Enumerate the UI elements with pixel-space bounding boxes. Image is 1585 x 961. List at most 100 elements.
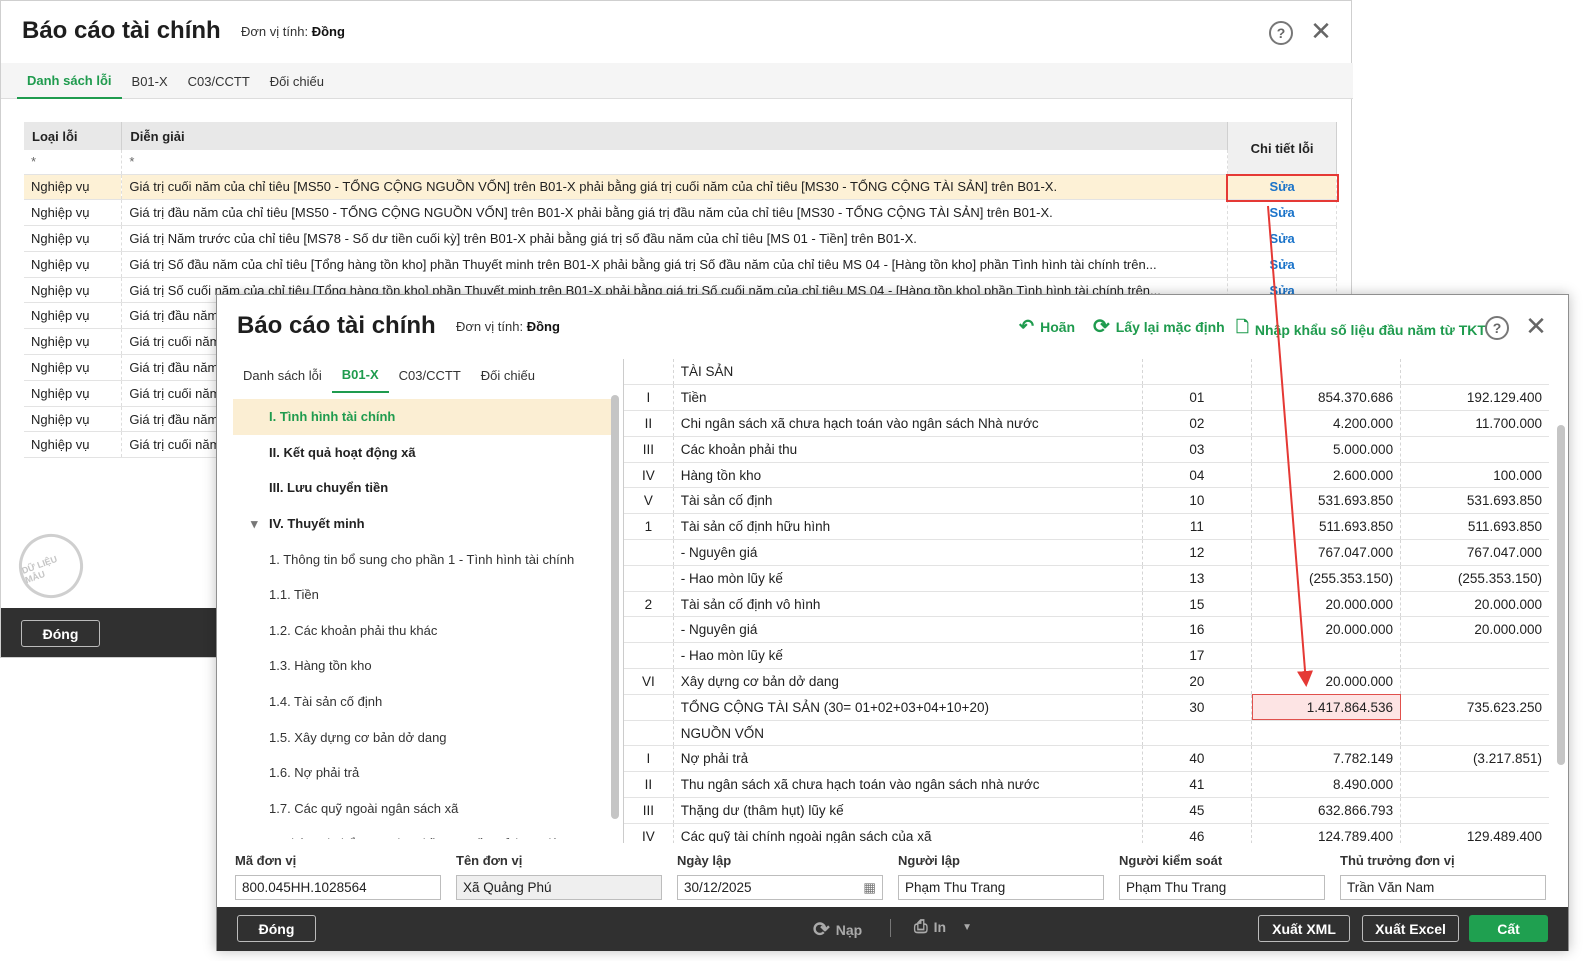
tab-error-list[interactable]: Danh sách lỗi <box>233 357 332 393</box>
grid-cell-start[interactable]: (255.353.150) <box>1400 565 1549 592</box>
table-row[interactable]: Nghiệp vụ Giá trị Năm trước của chỉ tiêu … <box>24 225 1337 252</box>
grid-row[interactable]: - Hao mòn lũy kế 13 (255.353.150) (255.353.… <box>624 565 1549 592</box>
grid-row[interactable]: - Hao mòn lũy kế 17 <box>624 642 1549 670</box>
grid-row[interactable]: I Nợ phải trả 40 7.782.149 (3.217.851) <box>624 745 1549 773</box>
grid-scrollbar[interactable] <box>1557 425 1565 765</box>
tab-c03cctt[interactable]: C03/CCTT <box>178 63 260 99</box>
table-row[interactable]: Nghiệp vụ Giá trị cuối năm của chỉ tiêu [… <box>24 174 1337 201</box>
tab-reconcile[interactable]: Đối chiếu <box>471 357 545 393</box>
tab-c03cctt[interactable]: C03/CCTT <box>389 357 471 393</box>
tree-item[interactable]: II. Kết quả hoạt động xã <box>233 435 613 471</box>
grid-cell-start[interactable]: 100.000 <box>1400 462 1549 489</box>
table-row[interactable]: Nghiệp vụ Giá trị Số đầu năm của chỉ tiêu… <box>24 251 1337 278</box>
tree-item[interactable]: 1.3. Hàng tồn kho <box>233 648 613 684</box>
tab-reconcile[interactable]: Đối chiếu <box>260 63 334 99</box>
grid-cell-end[interactable]: 124.789.400 <box>1251 823 1402 843</box>
tree-item[interactable]: I. Tình hình tài chính <box>233 399 613 435</box>
tree-item[interactable]: 1.7. Các quỹ ngoài ngân sách xã <box>233 791 613 827</box>
import-button[interactable]: 🗋 Nhập khẩu số liệu đầu năm từ TKT <box>1236 316 1486 343</box>
filter-desc[interactable]: * <box>121 150 1229 175</box>
save-button[interactable]: Cất <box>1469 915 1548 942</box>
grid-row[interactable]: TÀI SẢN <box>624 359 1549 386</box>
close-icon[interactable]: ✕ <box>1308 16 1334 46</box>
grid-row[interactable]: III Thặng dư (thâm hụt) lũy kế 45 632.866.7… <box>624 797 1549 824</box>
print-button[interactable]: ⎙ In ▼ <box>914 917 972 937</box>
load-button[interactable]: ⟳ Nạp <box>813 917 862 942</box>
grid-cell-start[interactable] <box>1400 359 1549 386</box>
grid-cell-end[interactable]: 511.693.850 <box>1251 513 1402 541</box>
close-icon[interactable]: ✕ <box>1523 311 1549 341</box>
grid-cell-end[interactable] <box>1251 359 1402 386</box>
grid-cell-start[interactable]: 129.489.400 <box>1400 823 1549 843</box>
head-input[interactable]: Trần Văn Nam <box>1340 875 1546 900</box>
help-icon[interactable]: ? <box>1269 21 1293 45</box>
fg-close-button[interactable]: Đóng <box>237 915 316 942</box>
grid-cell-start[interactable]: 735.623.250 <box>1400 694 1549 721</box>
grid-cell-end[interactable]: 4.200.000 <box>1251 410 1402 437</box>
tree-item[interactable]: III. Lưu chuyển tiền <box>233 470 613 506</box>
grid-cell-end[interactable]: 1.417.864.536 <box>1251 694 1402 721</box>
grid-cell-start[interactable]: 20.000.000 <box>1400 616 1549 644</box>
undo-button[interactable]: ↶ Hoãn <box>1019 316 1075 337</box>
grid-row[interactable]: V Tài sản cố định 10 531.693.850 531.693.850 <box>624 487 1549 515</box>
tree-item[interactable]: 1.4. Tài sản cố định <box>233 684 613 720</box>
grid-row[interactable]: NGUỒN VỐN <box>624 720 1549 747</box>
grid-cell-end[interactable]: 531.693.850 <box>1251 487 1402 515</box>
tree-item[interactable]: 1.2. Các khoản phải thu khác <box>233 613 613 649</box>
grid-cell-end[interactable]: 8.490.000 <box>1251 771 1402 799</box>
grid-cell-end[interactable]: 854.370.686 <box>1251 384 1402 412</box>
grid-row[interactable]: I Tiền 01 854.370.686 192.129.400 <box>624 384 1549 412</box>
grid-cell-end[interactable]: (255.353.150) <box>1251 565 1402 592</box>
grid-cell-start[interactable] <box>1400 771 1549 799</box>
tree-item[interactable]: ▾ IV. Thuyết minh <box>233 506 613 542</box>
export-excel-button[interactable]: Xuất Excel <box>1362 915 1459 942</box>
grid-row[interactable]: TỔNG CỘNG TÀI SẢN (30= 01+02+03+04+10+20… <box>624 694 1549 721</box>
grid-row[interactable]: - Nguyên giá 16 20.000.000 20.000.000 <box>624 616 1549 644</box>
tree-item[interactable]: 1.6. Nợ phải trả <box>233 755 613 791</box>
grid-cell-start[interactable]: 11.700.000 <box>1400 410 1549 437</box>
grid-row[interactable]: II Chi ngân sách xã chưa hạch toán vào ng… <box>624 410 1549 437</box>
grid-row[interactable]: III Các khoản phải thu 03 5.000.000 <box>624 436 1549 463</box>
date-input[interactable]: 30/12/2025 ▦ <box>677 875 883 900</box>
grid-row[interactable]: 1 Tài sản cố định hữu hình 11 511.693.850 51… <box>624 513 1549 541</box>
tab-b01x[interactable]: B01-X <box>122 63 178 99</box>
grid-cell-start[interactable]: 531.693.850 <box>1400 487 1549 515</box>
grid-row[interactable]: 2 Tài sản cố định vô hình 15 20.000.000 20.0… <box>624 591 1549 618</box>
grid-cell-start[interactable] <box>1400 436 1549 463</box>
grid-cell-end[interactable]: 20.000.000 <box>1251 668 1402 695</box>
grid-cell-start[interactable]: 20.000.000 <box>1400 591 1549 618</box>
reset-default-button[interactable]: ⟳ Lấy lại mặc định <box>1093 314 1225 339</box>
grid-row[interactable]: IV Các quỹ tài chính ngoài ngân sách của … <box>624 823 1549 843</box>
unit-code-input[interactable]: 800.045HH.1028564 <box>235 875 441 900</box>
grid-cell-end[interactable]: 2.600.000 <box>1251 462 1402 489</box>
grid-row[interactable]: - Nguyên giá 12 767.047.000 767.047.000 <box>624 539 1549 566</box>
grid-cell-end[interactable]: 20.000.000 <box>1251 591 1402 618</box>
fix-link[interactable]: Sửa <box>1227 199 1337 227</box>
fix-link[interactable]: Sửa <box>1227 225 1337 252</box>
grid-cell-end[interactable]: 20.000.000 <box>1251 616 1402 644</box>
export-xml-button[interactable]: Xuất XML <box>1258 915 1350 942</box>
tab-error-list[interactable]: Danh sách lỗi <box>17 63 122 99</box>
controller-input[interactable]: Phạm Thu Trang <box>1119 875 1325 900</box>
tree-item[interactable]: 1.5. Xây dựng cơ bản dở dang <box>233 719 613 755</box>
creator-input[interactable]: Phạm Thu Trang <box>898 875 1104 900</box>
grid-cell-start[interactable] <box>1400 797 1549 824</box>
tree-item[interactable]: 1. Thông tin bổ sung cho phần 1 - Tình h… <box>233 541 613 577</box>
filter-type[interactable]: * <box>24 150 123 175</box>
tree-item[interactable]: 1.1. Tiền <box>233 577 613 613</box>
grid-cell-start[interactable] <box>1400 668 1549 695</box>
grid-cell-start[interactable]: 192.129.400 <box>1400 384 1549 412</box>
fix-link[interactable]: Sửa <box>1227 251 1337 278</box>
grid-cell-end[interactable]: 767.047.000 <box>1251 539 1402 566</box>
chevron-down-icon[interactable]: ▼ <box>962 922 972 933</box>
grid-cell-end[interactable]: 7.782.149 <box>1251 745 1402 773</box>
bg-close-button[interactable]: Đóng <box>21 620 100 647</box>
grid-row[interactable]: VI Xây dựng cơ bản dở dang 20 20.000.000 <box>624 668 1549 695</box>
help-icon[interactable]: ? <box>1485 316 1509 340</box>
expand-icon[interactable]: ▾ <box>251 516 258 532</box>
tree-scrollbar[interactable] <box>611 395 619 819</box>
grid-row[interactable]: IV Hàng tồn kho 04 2.600.000 100.000 <box>624 462 1549 489</box>
grid-cell-start[interactable] <box>1400 642 1549 670</box>
grid-cell-end[interactable]: 5.000.000 <box>1251 436 1402 463</box>
grid-row[interactable]: II Thu ngân sách xã chưa hạch toán vào ng… <box>624 771 1549 799</box>
